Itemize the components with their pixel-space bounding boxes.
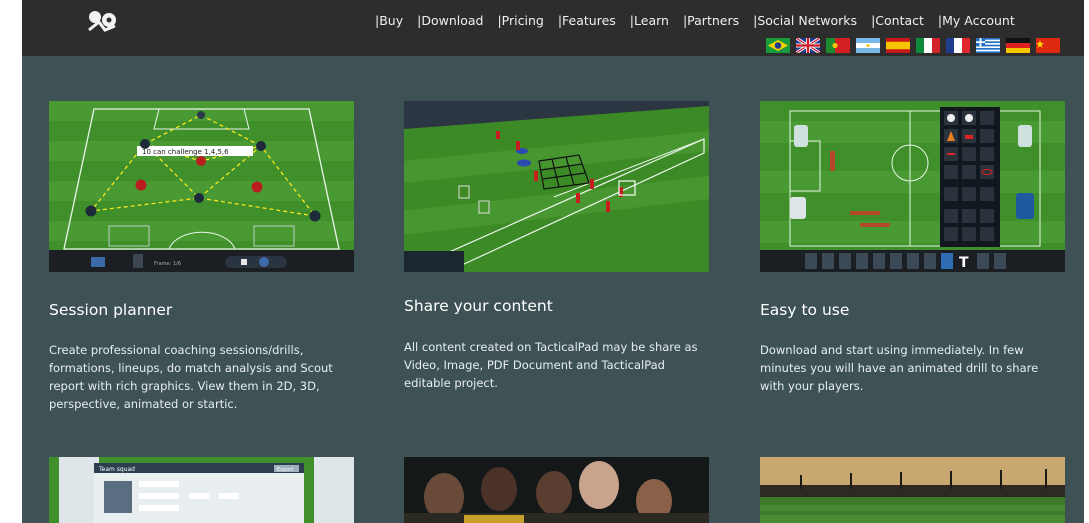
- session-planner-screenshot[interactable]: 10 can challenge 1,4,5,6 Frame: 1/6: [49, 101, 354, 272]
- nav-contact-link[interactable]: |Contact: [864, 13, 931, 28]
- language-flags: [766, 38, 1060, 53]
- feature-card-share-content: Share your content All content created o…: [404, 101, 709, 421]
- nav-social-networks-link[interactable]: |Social Networks: [746, 13, 864, 28]
- greece-flag-icon[interactable]: [976, 38, 1000, 53]
- france-flag-icon[interactable]: [946, 38, 970, 53]
- argentina-flag-icon[interactable]: [856, 38, 880, 53]
- brazil-flag-icon[interactable]: [766, 38, 790, 53]
- team-squad-screenshot[interactable]: Team squad Export: [49, 457, 354, 523]
- china-flag-icon[interactable]: [1036, 38, 1060, 53]
- italy-flag-icon[interactable]: [916, 38, 940, 53]
- nav-partners-link[interactable]: |Partners: [676, 13, 746, 28]
- session-planner-title: Session planner: [49, 301, 173, 319]
- drill-label: 10 can challenge 1,4,5,6: [142, 148, 229, 156]
- nav-buy-link[interactable]: |Buy: [368, 13, 410, 28]
- frame-counter: Frame: 1/6: [154, 261, 181, 267]
- top-navigation-bar: |Buy |Download |Pricing |Features |Learn…: [22, 0, 1084, 56]
- nav-my-account-link[interactable]: |My Account: [931, 13, 1022, 28]
- united-kingdom-flag-icon[interactable]: [796, 38, 820, 53]
- team-squad-header: Team squad: [98, 466, 135, 473]
- main-menu: |Buy |Download |Pricing |Features |Learn…: [368, 13, 1022, 28]
- svg-text:T: T: [959, 255, 969, 271]
- stadium-photo[interactable]: [760, 457, 1065, 523]
- feature-card-easy-to-use: T Easy to use Download and start using i…: [760, 101, 1065, 421]
- share-content-description: All content created on TacticalPad may b…: [404, 340, 698, 390]
- feature-card-session-planner: 10 can challenge 1,4,5,6 Frame: 1/6 Sess…: [49, 101, 354, 421]
- share-content-title: Share your content: [404, 297, 553, 315]
- page: |Buy |Download |Pricing |Features |Learn…: [22, 0, 1084, 523]
- team-huddle-photo[interactable]: [404, 457, 709, 523]
- easy-to-use-title: Easy to use: [760, 301, 850, 319]
- export-button[interactable]: Export: [277, 467, 293, 473]
- share-content-screenshot[interactable]: [404, 101, 709, 272]
- tacticalpad-logo-icon[interactable]: [85, 8, 121, 36]
- nav-download-link[interactable]: |Download: [410, 13, 490, 28]
- nav-learn-link[interactable]: |Learn: [623, 13, 676, 28]
- nav-pricing-link[interactable]: |Pricing: [490, 13, 550, 28]
- spain-flag-icon[interactable]: [886, 38, 910, 53]
- germany-flag-icon[interactable]: [1006, 38, 1030, 53]
- session-planner-description: Create professional coaching sessions/dr…: [49, 343, 333, 411]
- easy-to-use-description: Download and start using immediately. In…: [760, 343, 1039, 393]
- easy-to-use-screenshot[interactable]: T: [760, 101, 1065, 272]
- portugal-flag-icon[interactable]: [826, 38, 850, 53]
- nav-features-link[interactable]: |Features: [551, 13, 623, 28]
